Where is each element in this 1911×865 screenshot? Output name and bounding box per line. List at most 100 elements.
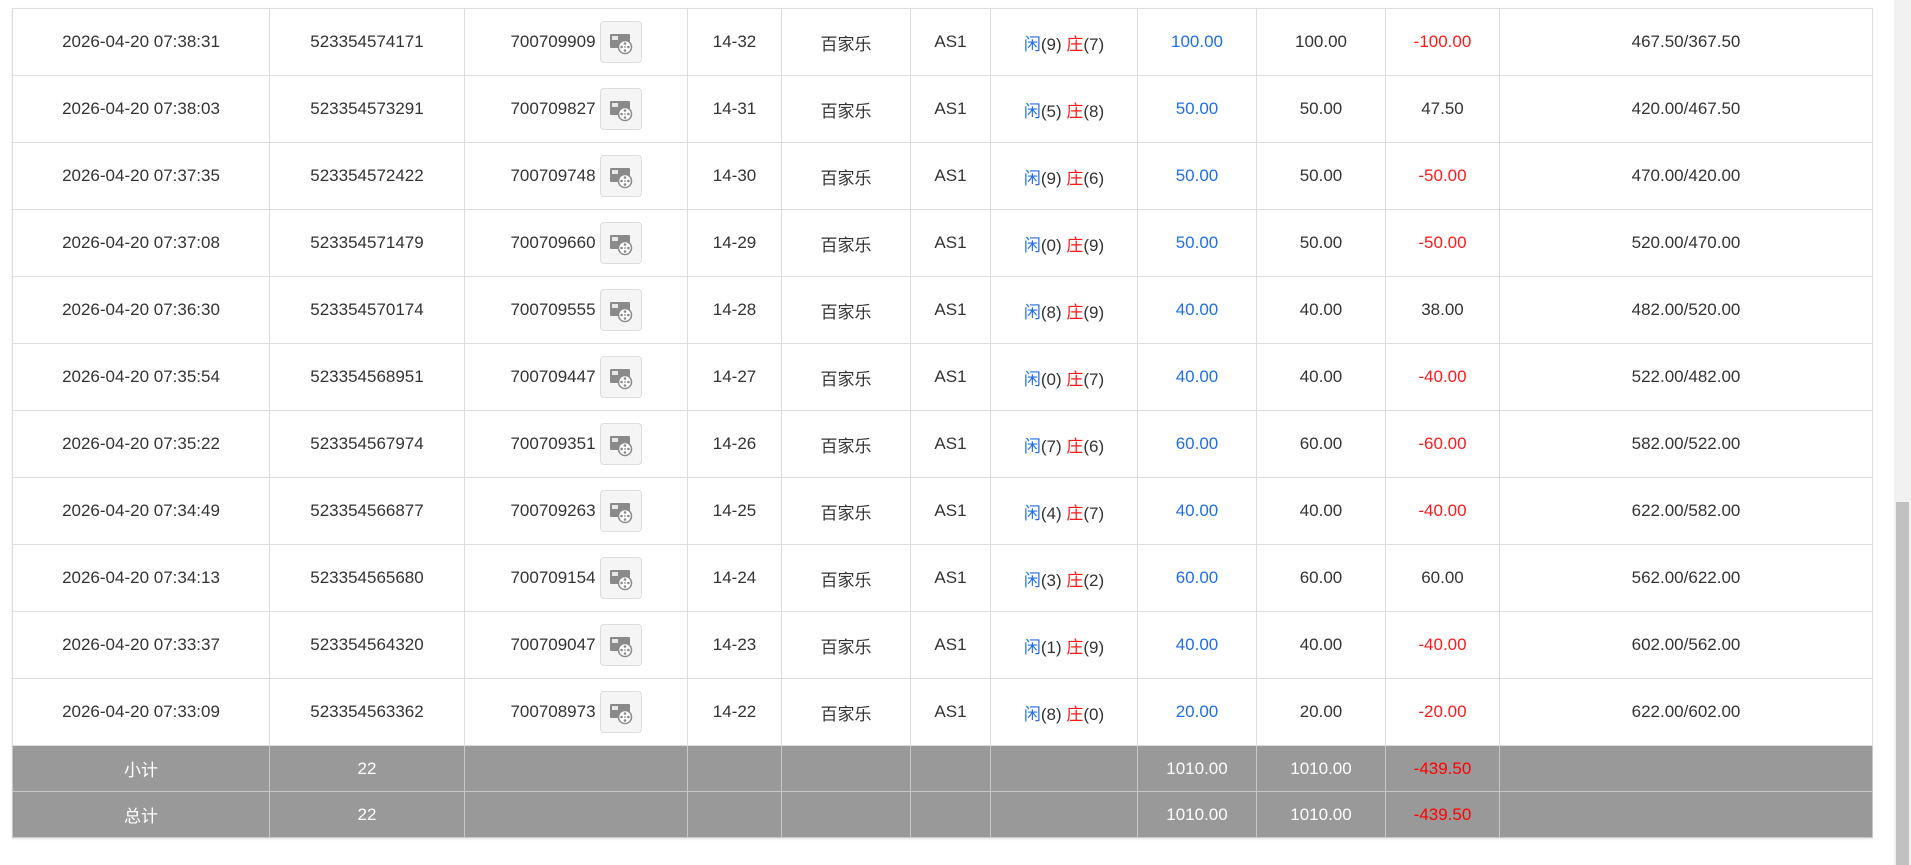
balance-cell: 467.50/367.50 xyxy=(1499,8,1873,76)
banker-label: 庄 xyxy=(1066,168,1084,188)
table-code: AS1 xyxy=(934,32,967,51)
order-no: 523354564320 xyxy=(310,635,424,654)
video-replay-icon[interactable] xyxy=(599,490,642,532)
game-no: 700709827 xyxy=(510,99,596,118)
bet-time: 2026-04-20 07:37:08 xyxy=(62,233,220,252)
game-no-cell: 700709555 xyxy=(464,276,688,344)
balance: 420.00/467.50 xyxy=(1631,99,1741,118)
scrollbar-thumb[interactable] xyxy=(1896,502,1909,865)
order-no-cell: 523354566877 xyxy=(269,477,465,545)
order-no-cell: 523354574171 xyxy=(269,8,465,76)
round-cell: 14-26 xyxy=(687,410,782,478)
video-replay-icon[interactable] xyxy=(599,289,642,331)
game-no: 700709555 xyxy=(510,300,596,319)
summary-count-cell: 22 xyxy=(269,745,465,792)
result-cell: 闲(0) 庄(9) xyxy=(990,209,1138,277)
bet-time-cell: 2026-04-20 07:34:13 xyxy=(12,544,270,612)
banker-points: (9) xyxy=(1083,302,1105,322)
summary-valid-bet-cell: 1010.00 xyxy=(1256,791,1386,838)
order-no: 523354566877 xyxy=(310,501,424,520)
video-replay-icon[interactable] xyxy=(599,557,642,599)
video-replay-icon[interactable] xyxy=(599,222,642,264)
round-no: 14-27 xyxy=(712,367,757,386)
video-replay-icon[interactable] xyxy=(599,21,642,63)
table-code-cell: AS1 xyxy=(910,8,991,76)
player-label: 闲 xyxy=(1023,570,1041,590)
table-code-cell: AS1 xyxy=(910,477,991,545)
valid-bet-cell: 60.00 xyxy=(1256,544,1386,612)
game-type: 百家乐 xyxy=(820,436,872,456)
video-replay-icon[interactable] xyxy=(599,423,642,465)
order-no-cell: 523354573291 xyxy=(269,75,465,143)
summary-count-cell: 22 xyxy=(269,791,465,838)
bet-amount-cell: 50.00 xyxy=(1137,75,1257,143)
table-code-cell: AS1 xyxy=(910,142,991,210)
valid-bet-cell: 40.00 xyxy=(1256,276,1386,344)
bet-time-cell: 2026-04-20 07:36:30 xyxy=(12,276,270,344)
player-label: 闲 xyxy=(1023,369,1041,389)
table-code: AS1 xyxy=(934,367,967,386)
player-label: 闲 xyxy=(1023,168,1041,188)
table-row: 2026-04-20 07:34:13 523354565680 7007091… xyxy=(12,544,1873,612)
payout-cell: -40.00 xyxy=(1385,343,1500,411)
round-no: 14-28 xyxy=(712,300,757,319)
order-no: 523354571479 xyxy=(310,233,424,252)
summary-empty-cell xyxy=(687,745,782,792)
video-replay-icon[interactable] xyxy=(599,155,642,197)
table-code: AS1 xyxy=(934,501,967,520)
game-no-cell: 700709748 xyxy=(464,142,688,210)
table-code-cell: AS1 xyxy=(910,276,991,344)
player-label: 闲 xyxy=(1023,436,1041,456)
balance: 482.00/520.00 xyxy=(1631,300,1741,319)
video-replay-icon[interactable] xyxy=(599,356,642,398)
bet-time: 2026-04-20 07:34:49 xyxy=(62,501,220,520)
bet-amount: 60.00 xyxy=(1175,568,1219,587)
table-code: AS1 xyxy=(934,635,967,654)
round-no: 14-26 xyxy=(712,434,757,453)
order-no-cell: 523354563362 xyxy=(269,678,465,746)
order-no: 523354574171 xyxy=(310,32,424,51)
valid-bet: 50.00 xyxy=(1299,233,1343,252)
order-no-cell: 523354568951 xyxy=(269,343,465,411)
table-body: 2026-04-20 07:38:31 523354574171 7007099… xyxy=(12,8,1873,838)
banker-points: (8) xyxy=(1083,101,1105,121)
order-no: 523354567974 xyxy=(310,434,424,453)
bet-amount-cell: 20.00 xyxy=(1137,678,1257,746)
video-replay-icon[interactable] xyxy=(599,691,642,733)
table-code: AS1 xyxy=(934,166,967,185)
summary-empty-cell xyxy=(464,791,688,838)
valid-bet-cell: 40.00 xyxy=(1256,343,1386,411)
summary-payout-cell: -439.50 xyxy=(1385,791,1500,838)
banker-label: 庄 xyxy=(1066,503,1084,523)
round-no: 14-32 xyxy=(712,32,757,51)
valid-bet-cell: 60.00 xyxy=(1256,410,1386,478)
game-no-cell: 700709263 xyxy=(464,477,688,545)
game-no: 700709154 xyxy=(510,568,596,587)
banker-points: (9) xyxy=(1083,637,1105,657)
banker-points: (0) xyxy=(1083,704,1105,724)
payout: -40.00 xyxy=(1418,635,1467,654)
bet-amount: 40.00 xyxy=(1175,367,1219,386)
player-points: (4) xyxy=(1040,503,1062,523)
payout-cell: -60.00 xyxy=(1385,410,1500,478)
order-no: 523354573291 xyxy=(310,99,424,118)
video-replay-icon[interactable] xyxy=(599,88,642,130)
bet-amount-cell: 50.00 xyxy=(1137,209,1257,277)
player-points: (5) xyxy=(1040,101,1062,121)
video-replay-icon[interactable] xyxy=(599,624,642,666)
result-cell: 闲(4) 庄(7) xyxy=(990,477,1138,545)
scrollbar[interactable] xyxy=(1894,0,1911,865)
order-no: 523354568951 xyxy=(310,367,424,386)
round-cell: 14-24 xyxy=(687,544,782,612)
order-no-cell: 523354572422 xyxy=(269,142,465,210)
bet-time-cell: 2026-04-20 07:37:08 xyxy=(12,209,270,277)
game-type: 百家乐 xyxy=(820,302,872,322)
result-cell: 闲(5) 庄(8) xyxy=(990,75,1138,143)
balance: 582.00/522.00 xyxy=(1631,434,1741,453)
game-type-cell: 百家乐 xyxy=(781,410,911,478)
summary-empty-cell xyxy=(687,791,782,838)
game-no-cell: 700709827 xyxy=(464,75,688,143)
bet-time-cell: 2026-04-20 07:37:35 xyxy=(12,142,270,210)
valid-bet: 50.00 xyxy=(1299,166,1343,185)
bet-amount: 50.00 xyxy=(1175,99,1219,118)
